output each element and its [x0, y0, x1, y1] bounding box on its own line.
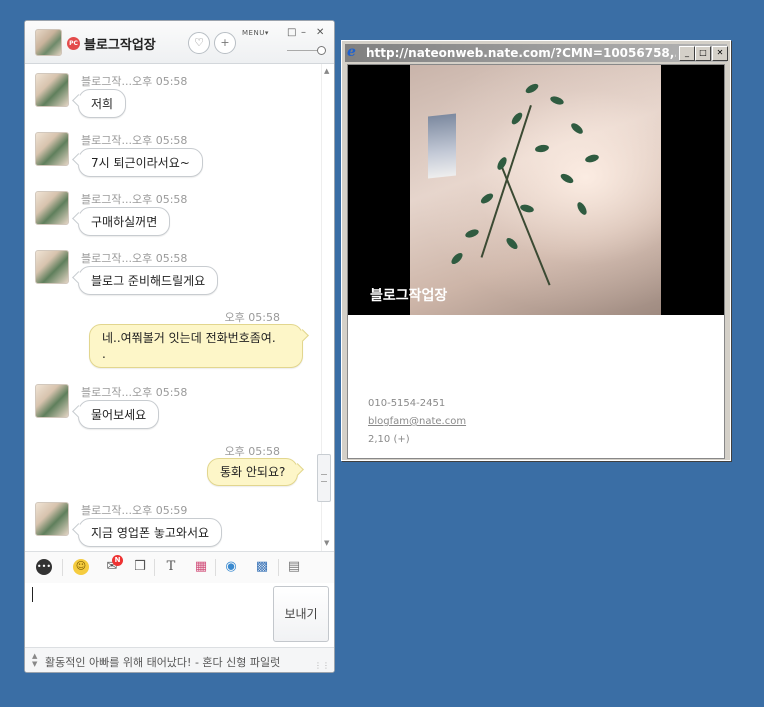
- resize-grip-icon[interactable]: ⋮⋮: [314, 661, 330, 670]
- toolbar-divider: [154, 559, 155, 576]
- message-bubble[interactable]: 저희: [78, 89, 127, 118]
- add-user-icon[interactable]: +: [214, 32, 236, 54]
- ie-icon: e: [347, 44, 356, 60]
- photo-caption: 블로그작업장: [370, 288, 448, 304]
- plant-leaf: [524, 81, 540, 96]
- message-bubble[interactable]: 7시 퇴근이라서요~: [78, 148, 203, 177]
- screen-share-icon[interactable]: ▩: [254, 559, 270, 575]
- close-icon[interactable]: ✕: [712, 46, 728, 61]
- text-caret: [32, 587, 33, 602]
- message-meta: 블로그작...오후 05:59: [81, 504, 188, 517]
- message-meta: 오후 05:58: [224, 445, 280, 458]
- emoticon-icon[interactable]: ☺: [73, 559, 89, 575]
- visit-count: 2,10 (+): [368, 434, 410, 445]
- plant-stem: [500, 164, 551, 286]
- chat-title: 블로그작업장: [84, 38, 156, 53]
- print-icon[interactable]: ▤: [286, 559, 302, 575]
- chat-window: PC 블로그작업장 ♡ + MENU▾ □ – ✕ 블로그작...오후 05:5…: [24, 20, 335, 673]
- plant-leaf: [509, 110, 525, 127]
- toolbar-divider: [62, 559, 63, 576]
- sender-avatar[interactable]: [35, 502, 69, 536]
- avatar-status-icon[interactable]: ◉: [223, 559, 239, 575]
- email-link[interactable]: blogfam@nate.com: [368, 416, 466, 427]
- opacity-slider-track[interactable]: [287, 50, 321, 51]
- status-scroll-icon[interactable]: ▲ ▼: [32, 652, 37, 668]
- minimize-icon[interactable]: _: [679, 46, 695, 61]
- toolbar-divider: [278, 559, 279, 576]
- popout-icon[interactable]: □: [287, 27, 296, 39]
- profile-photo[interactable]: [410, 65, 661, 315]
- message-meta: 블로그작...오후 05:58: [81, 193, 188, 206]
- sender-avatar[interactable]: [35, 384, 69, 418]
- popup-titlebar[interactable]: e http://nateonweb.nate.com/?CMN=1005675…: [345, 44, 728, 62]
- popup-url: http://nateonweb.nate.com/?CMN=10056758,…: [366, 46, 676, 60]
- scrollbar-thumb[interactable]: [317, 454, 331, 502]
- ad-text[interactable]: 활동적인 아빠를 위해 태어났다! - 혼다 신형 파일럿: [45, 654, 280, 670]
- message-bubble[interactable]: 물어보세요: [78, 400, 160, 429]
- plant-leaf: [504, 236, 520, 251]
- header-avatar[interactable]: [35, 29, 62, 56]
- browser-popup: e http://nateonweb.nate.com/?CMN=1005675…: [341, 40, 731, 461]
- gift-icon[interactable]: ▦: [193, 559, 209, 575]
- message-line: 네..여쭤볼거 잇는데 전화번호좀여.: [102, 331, 276, 345]
- message-meta: 오후 05:58: [224, 311, 280, 324]
- message-line: .: [102, 347, 106, 361]
- new-badge: N: [112, 555, 123, 566]
- toolbar-divider: [215, 559, 216, 576]
- scroll-up-icon[interactable]: ▲: [324, 67, 329, 75]
- wall-poster: [428, 113, 456, 179]
- message-meta: 블로그작...오후 05:58: [81, 386, 188, 399]
- menu-button[interactable]: MENU▾: [242, 29, 269, 37]
- plant-leaf: [479, 191, 495, 206]
- sender-avatar[interactable]: [35, 250, 69, 284]
- plant-leaf: [534, 143, 550, 154]
- message-list[interactable]: 블로그작...오후 05:58 저희 블로그작...오후 05:58 7시 퇴근…: [25, 64, 322, 551]
- message-meta: 블로그작...오후 05:58: [81, 134, 188, 147]
- minimize-icon[interactable]: –: [301, 27, 306, 39]
- sender-avatar[interactable]: [35, 73, 69, 107]
- opacity-slider-knob[interactable]: [317, 46, 326, 55]
- plant-leaf: [569, 121, 585, 136]
- chat-toolbar: ••• ☺ ✉ N ❒ T ▦ ◉ ▩ ▤: [25, 551, 334, 584]
- plant-leaf: [559, 171, 575, 186]
- my-message-bubble[interactable]: 통화 안되요?: [207, 458, 299, 486]
- message-meta: 블로그작...오후 05:58: [81, 252, 188, 265]
- plant-leaf: [464, 227, 480, 240]
- phone-number: 010-5154-2451: [368, 398, 446, 409]
- maximize-icon[interactable]: □: [695, 46, 711, 61]
- plant-leaf: [495, 155, 509, 172]
- profile-photo-frame: 블로그작업장: [348, 65, 724, 315]
- send-button[interactable]: 보내기: [273, 586, 329, 642]
- message-input[interactable]: 보내기: [25, 583, 334, 647]
- sticker-icon[interactable]: ❒: [132, 559, 148, 575]
- scroll-down-icon[interactable]: ▼: [324, 539, 329, 547]
- bell-icon[interactable]: ♡: [188, 32, 210, 54]
- message-meta: 블로그작...오후 05:58: [81, 75, 188, 88]
- plant-leaf: [519, 203, 535, 214]
- message-bubble[interactable]: 블로그 준비해드릴게요: [78, 266, 219, 295]
- font-icon[interactable]: T: [163, 559, 179, 575]
- ad-status-bar: ▲ ▼ 활동적인 아빠를 위해 태어났다! - 혼다 신형 파일럿 ⋮⋮: [25, 647, 334, 672]
- close-icon[interactable]: ✕: [316, 27, 324, 39]
- popup-content: 블로그작업장 010-5154-2451 blogfam@nate.com 2,…: [347, 64, 725, 459]
- chat-header: PC 블로그작업장 ♡ + MENU▾ □ – ✕: [25, 21, 334, 64]
- sender-avatar[interactable]: [35, 191, 69, 225]
- message-bubble[interactable]: 지금 영업폰 놓고와서요: [78, 518, 223, 547]
- sender-avatar[interactable]: [35, 132, 69, 166]
- message-bubble[interactable]: 구매하실꺼면: [78, 207, 171, 236]
- chat-bubble-icon[interactable]: •••: [36, 559, 52, 575]
- pc-badge: PC: [67, 37, 80, 50]
- plant-leaf: [575, 200, 589, 217]
- plant-leaf: [449, 251, 465, 266]
- my-message-bubble[interactable]: 네..여쭤볼거 잇는데 전화번호좀여. .: [89, 324, 303, 368]
- plant-leaf: [549, 94, 565, 107]
- plant-leaf: [584, 153, 600, 164]
